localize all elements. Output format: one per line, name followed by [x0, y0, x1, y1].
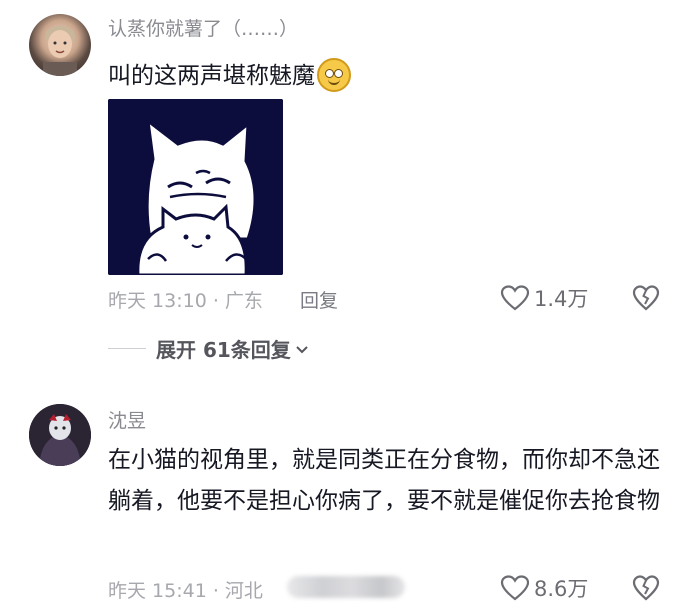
- like-count: 1.4万: [534, 287, 589, 311]
- comment-text: 在小猫的视角里，就是同类正在分食物，而你却不急还躺着，他要不是担心你病了，要不就…: [108, 447, 660, 514]
- comment-text-content: 叫的这两声堪称魅魔: [108, 63, 315, 89]
- comment-item: 认蒸你就薯了（……） 叫的这两声堪称魅魔 昨天 13:10 · 广东 回复 1.…: [0, 0, 690, 380]
- white-cat-sticker-icon[interactable]: [108, 99, 283, 275]
- heart-icon: [500, 285, 530, 311]
- avatar[interactable]: [29, 404, 91, 466]
- comment-text: 叫的这两声堪称魅魔: [108, 56, 663, 97]
- broken-heart-icon[interactable]: [632, 284, 660, 312]
- broken-heart-icon[interactable]: [632, 574, 660, 602]
- expand-replies-label: 展开 61条回复: [156, 338, 291, 362]
- comment-item: 沈昱 在小猫的视角里，就是同类正在分食物，而你却不急还躺着，他要不是担心你病了，…: [0, 390, 690, 609]
- time-location: 昨天 13:10 · 广东: [108, 290, 263, 312]
- like-button[interactable]: 1.4万: [500, 283, 588, 313]
- like-button[interactable]: 8.6万: [500, 573, 588, 603]
- avatar[interactable]: [29, 14, 91, 76]
- heart-icon: [500, 575, 530, 601]
- divider: [108, 348, 146, 349]
- reply-button[interactable]: 回复: [300, 286, 338, 313]
- blurred-reply-button[interactable]: [287, 576, 405, 598]
- expand-replies-button[interactable]: 展开 61条回复: [108, 334, 309, 363]
- chevron-down-icon: [296, 345, 308, 353]
- smiling-face-emoji-icon: [317, 57, 351, 92]
- like-count: 8.6万: [534, 577, 589, 601]
- time-location: 昨天 15:41 · 河北: [108, 580, 263, 602]
- username[interactable]: 沈昱: [108, 406, 146, 433]
- username[interactable]: 认蒸你就薯了（……）: [108, 14, 298, 41]
